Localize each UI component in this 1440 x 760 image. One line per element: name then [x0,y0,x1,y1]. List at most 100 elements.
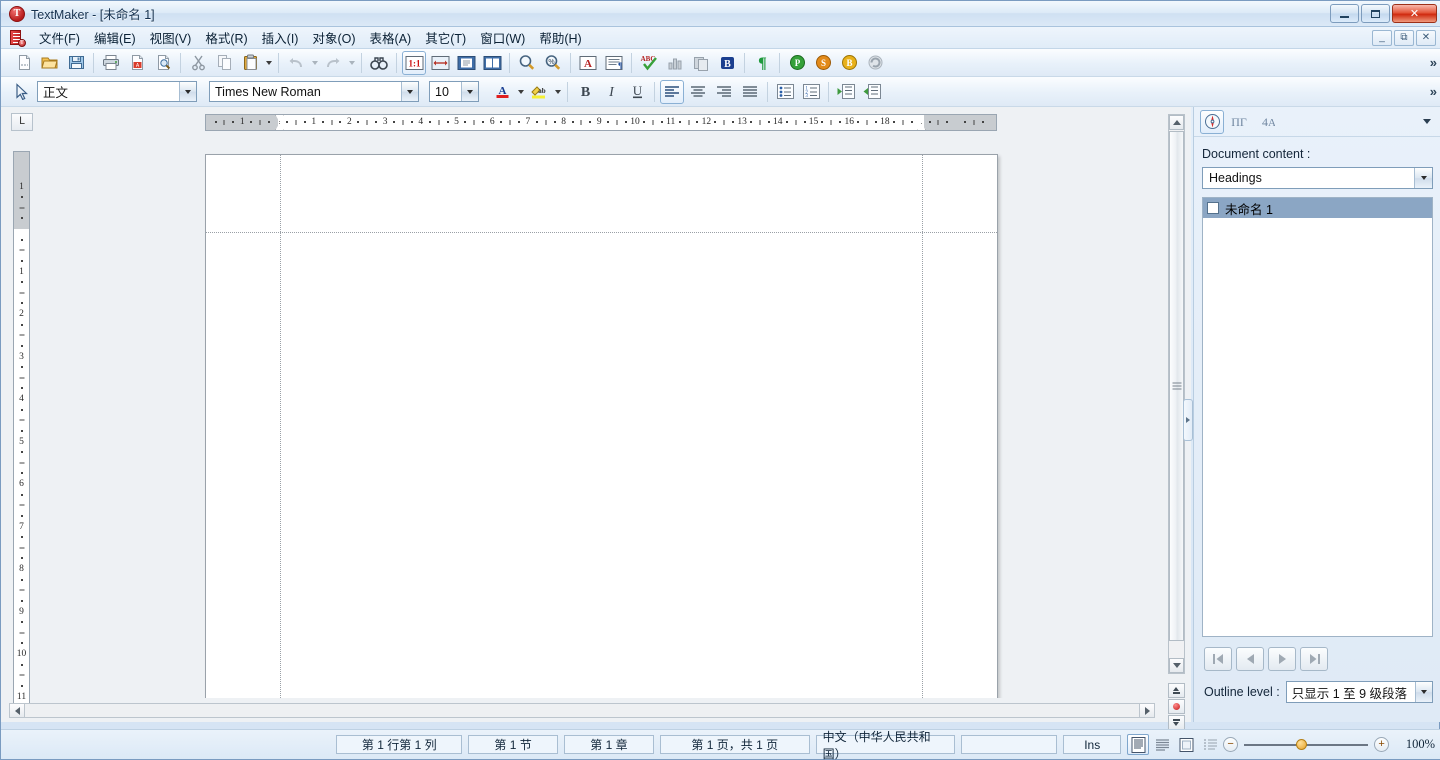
view-page-layout-button[interactable] [1127,734,1150,755]
paragraph-format-icon[interactable]: ¶ [602,51,626,75]
font-name-combo[interactable]: Times New Roman [209,81,419,102]
refresh-icon[interactable] [863,51,887,75]
underline-icon[interactable]: U [625,80,649,104]
copy-icon[interactable] [212,51,236,75]
paste-dropdown-icon[interactable] [263,52,274,74]
find-binoculars-icon[interactable] [367,51,391,75]
menu-edit[interactable]: 编辑(E) [87,25,143,50]
outline-level-select[interactable]: 只显示 1 至 9 级段落 [1285,681,1433,703]
zoom-page-width-icon[interactable] [428,51,452,75]
highlight-color-icon[interactable]: ab [527,80,551,104]
zoom-100-icon[interactable]: 1:1 [402,50,426,75]
document-outline-list[interactable]: 未命名 1 [1202,197,1433,637]
selection-arrow-icon[interactable] [10,80,34,104]
undo-dropdown-icon[interactable] [309,52,320,74]
chart-icon[interactable] [663,51,687,75]
zoom-out-icon[interactable]: − [1223,737,1239,752]
menu-table[interactable]: 表格(A) [363,25,419,50]
paste-clipboard-icon[interactable] [238,51,262,75]
document-page[interactable] [205,154,998,698]
menu-help[interactable]: 帮助(H) [532,25,588,50]
window-minimize-button[interactable] [1330,4,1359,23]
bullet-list-icon[interactable] [773,80,797,104]
vertical-scrollbar[interactable] [1168,114,1185,674]
italic-icon[interactable]: I [599,80,623,104]
browse-previous-button[interactable] [1168,683,1185,698]
scroll-right-icon[interactable] [1139,704,1154,717]
menu-insert[interactable]: 插入(I) [255,25,306,50]
open-folder-icon[interactable] [38,51,62,75]
font-name-dropdown-icon[interactable] [401,82,418,101]
horizontal-scrollbar[interactable] [9,703,1155,718]
view-object-mode-button[interactable] [1175,734,1197,755]
sidebar-tab-styles[interactable]: 4A [1254,110,1278,134]
align-center-icon[interactable] [686,80,710,104]
nav-last-button[interactable] [1300,647,1328,671]
document-text-body[interactable] [282,235,919,698]
align-justify-icon[interactable] [738,80,762,104]
zoom-slider-track[interactable] [1244,738,1369,750]
paragraph-style-dropdown-icon[interactable] [179,82,196,101]
window-close-button[interactable]: ✕ [1392,4,1437,23]
save-disk-icon[interactable] [64,51,88,75]
new-document-icon[interactable] [12,51,36,75]
bold-object-icon[interactable]: B [715,51,739,75]
tab-stop-selector[interactable]: L [11,113,33,131]
menu-object[interactable]: 对象(O) [305,25,362,50]
menu-tools[interactable]: 其它(T) [418,25,473,50]
nav-first-button[interactable] [1204,647,1232,671]
outline-item-checkbox[interactable] [1207,202,1219,214]
font-size-dropdown-icon[interactable] [461,82,478,101]
vertical-scroll-thumb[interactable] [1169,131,1184,641]
zoom-slider-thumb[interactable] [1296,738,1308,750]
menu-view[interactable]: 视图(V) [143,25,199,50]
cut-scissors-icon[interactable] [186,51,210,75]
zoom-in-icon[interactable]: + [1374,737,1390,752]
increase-indent-icon[interactable] [860,80,884,104]
copy-pages-icon[interactable] [689,51,713,75]
pane-splitter-handle[interactable] [1183,399,1193,441]
chevron-down-icon[interactable] [1423,119,1431,124]
basicmaker-icon[interactable]: B [837,51,861,75]
outline-level-dropdown-icon[interactable] [1415,682,1432,702]
character-format-icon[interactable]: A [576,51,600,75]
bold-icon[interactable]: B [573,80,597,104]
redo-dropdown-icon[interactable] [346,52,357,74]
menu-format[interactable]: 格式(R) [198,25,254,50]
document-content-dropdown-icon[interactable] [1414,168,1432,188]
nav-next-button[interactable] [1268,647,1296,671]
view-master-pages-button[interactable] [1199,734,1221,755]
mdi-minimize-button[interactable]: _ [1372,30,1392,46]
sidebar-tab-fonts[interactable]: ΠΓ [1227,110,1251,134]
undo-icon[interactable] [284,51,308,75]
font-color-dropdown-icon[interactable] [515,81,526,103]
menu-window[interactable]: 窗口(W) [473,25,532,50]
status-insert-mode[interactable]: Ins [1063,735,1122,754]
pilcrow-icon[interactable]: ¶ [750,51,774,75]
scroll-left-icon[interactable] [10,704,25,717]
view-normal-button[interactable] [1151,734,1173,755]
list-item[interactable]: 未命名 1 [1203,198,1432,218]
planmaker-icon[interactable]: S [811,51,835,75]
spellcheck-abc-icon[interactable]: ABC [637,51,661,75]
format-toolbar-overflow-button[interactable]: » [1430,84,1437,99]
nav-previous-button[interactable] [1236,647,1264,671]
zoom-percent-icon[interactable]: % [541,51,565,75]
select-browse-object-button[interactable] [1168,699,1185,714]
align-left-icon[interactable] [660,79,684,104]
vertical-ruler[interactable]: 1 1 2 3 4 5 6 7 8 9 10 11 [13,151,30,718]
zoom-two-pages-icon[interactable] [480,51,504,75]
zoom-whole-page-icon[interactable] [454,51,478,75]
zoom-in-icon[interactable] [515,51,539,75]
horizontal-ruler[interactable]: 1 1 2 3 4 5 6 7 8 9 10 11 12 13 14 15 16 18 [205,114,997,131]
decrease-indent-icon[interactable] [834,80,858,104]
browse-next-button[interactable] [1168,715,1185,730]
document-content-select[interactable]: Headings [1202,167,1433,189]
numbered-list-icon[interactable]: 123 [799,80,823,104]
standard-toolbar-overflow-button[interactable]: » [1430,55,1437,70]
highlight-dropdown-icon[interactable] [552,81,563,103]
sidebar-tab-navigation[interactable] [1200,109,1224,134]
scroll-up-icon[interactable] [1169,115,1184,130]
redo-icon[interactable] [321,51,345,75]
font-size-combo[interactable]: 10 [429,81,479,102]
